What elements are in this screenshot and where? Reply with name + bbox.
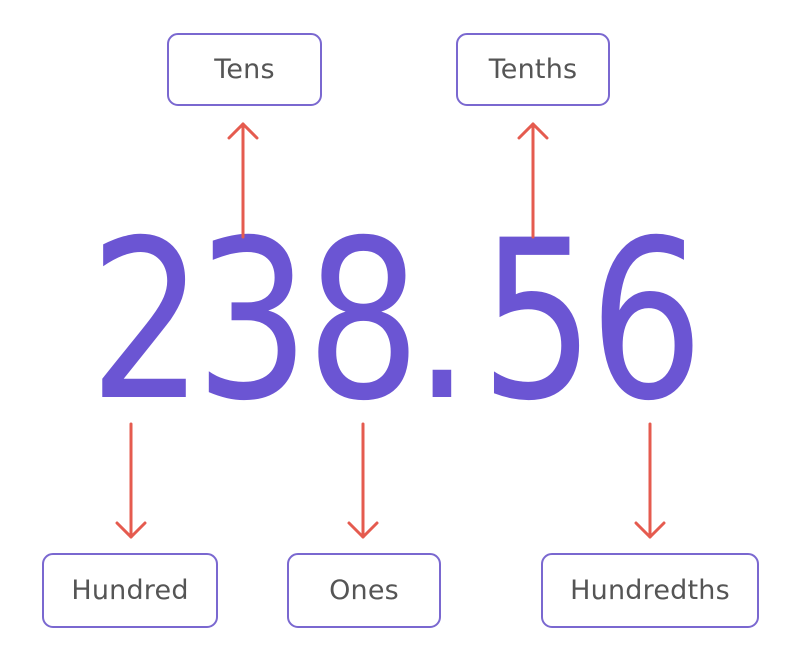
place-value-diagram: 2 3 8 . 5 6 Tens Tenths Hundred Ones Hun… [0, 0, 802, 660]
label-tenths-text: Tenths [488, 54, 578, 85]
label-tenths: Tenths [456, 33, 610, 106]
label-ones-text: Ones [329, 575, 399, 606]
arrow-down-icon [115, 422, 147, 539]
label-tens-text: Tens [214, 54, 275, 85]
label-ones: Ones [287, 553, 441, 628]
label-hundred-text: Hundred [71, 575, 189, 606]
arrow-up-icon [227, 122, 259, 239]
label-hundred: Hundred [42, 553, 218, 628]
arrow-up-icon [517, 122, 549, 239]
arrow-down-icon [347, 422, 379, 539]
label-hundredths-text: Hundredths [570, 575, 730, 606]
label-tens: Tens [167, 33, 322, 106]
label-hundredths: Hundredths [541, 553, 759, 628]
arrow-down-icon [634, 422, 666, 539]
